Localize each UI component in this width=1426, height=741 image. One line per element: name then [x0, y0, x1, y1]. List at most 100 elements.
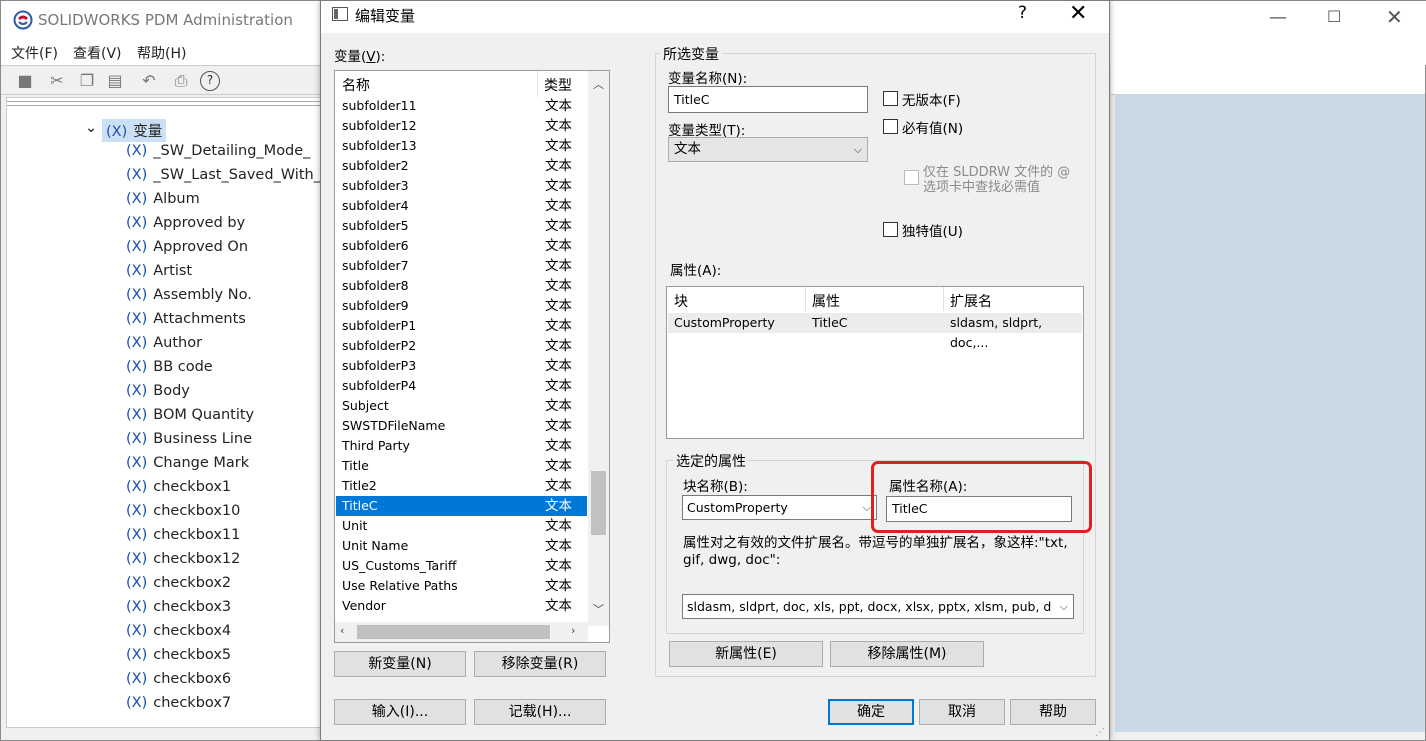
column-header-extension[interactable]: 扩展名 [950, 291, 992, 311]
copy-icon[interactable]: ❐ [77, 71, 97, 91]
cut-icon[interactable]: ✂ [47, 71, 67, 91]
tree-item[interactable]: (X) Assembly No. [126, 287, 252, 303]
attribute-row[interactable]: CustomProperty TitleC sldasm, sldprt, do… [668, 313, 1082, 350]
column-header-attribute[interactable]: 属性 [812, 291, 840, 311]
remove-variable-button[interactable]: 移除变量(R) [474, 651, 606, 677]
variable-row[interactable]: SWSTDFileName 文本 [336, 416, 587, 436]
tree-item[interactable]: (X) Artist [126, 263, 192, 279]
unique-checkbox[interactable] [883, 222, 898, 237]
variable-row[interactable]: Third Party 文本 [336, 436, 587, 456]
new-property-button[interactable]: 新属性(E) [669, 641, 823, 667]
tree-item-variables-root[interactable]: (X) 变量 [102, 119, 167, 142]
variable-row[interactable]: subfolder12 文本 [336, 116, 587, 136]
horizontal-scroll-thumb[interactable] [357, 625, 550, 639]
tree-item[interactable]: (X) checkbox4 [126, 623, 231, 639]
variable-row[interactable]: Unit Name 文本 [336, 536, 587, 556]
tree-item[interactable]: (X) checkbox3 [126, 599, 231, 615]
variable-row[interactable]: Unit 文本 [336, 516, 587, 536]
close-window-button[interactable]: ✕ [1386, 5, 1403, 29]
vertical-scroll-thumb[interactable] [591, 471, 606, 535]
tree-item[interactable]: (X) checkbox11 [126, 527, 240, 543]
help-icon[interactable]: ? [200, 71, 220, 91]
variable-row[interactable]: subfolder7 文本 [336, 256, 587, 276]
tree-item[interactable]: (X) BOM Quantity [126, 407, 254, 423]
attributes-list[interactable]: 块 属性 扩展名 CustomProperty TitleC sldasm, s… [666, 286, 1084, 439]
tree-item[interactable]: (X) checkbox2 [126, 575, 231, 591]
dialog-help-button[interactable]: ? [1018, 3, 1027, 23]
new-variable-button[interactable]: 新变量(N) [334, 651, 466, 677]
variable-row[interactable]: Subject 文本 [336, 396, 587, 416]
variable-row[interactable]: Vendor 文本 [336, 596, 587, 616]
variable-row[interactable]: TitleC 文本 [336, 496, 587, 516]
vertical-scrollbar[interactable]: ︿ ﹀ [588, 71, 609, 626]
tree-item[interactable]: (X) checkbox5 [126, 647, 231, 663]
variable-row[interactable]: Use Relative Paths 文本 [336, 576, 587, 596]
variable-type-select[interactable]: 文本 ⌵ [668, 137, 868, 162]
no-version-checkbox[interactable] [883, 91, 898, 106]
tree-item[interactable]: (X) Business Line [126, 431, 252, 447]
tree-item[interactable]: (X) Approved On [126, 239, 248, 255]
menu-help[interactable]: 帮助(H) [137, 43, 186, 63]
tree-item[interactable]: (X) BB code [126, 359, 213, 375]
ok-button[interactable]: 确定 [828, 699, 914, 725]
tree-item[interactable]: (X) checkbox12 [126, 551, 240, 567]
tree-item[interactable]: (X) Body [126, 383, 190, 399]
resize-grip-icon[interactable]: ⋰ [1095, 727, 1105, 738]
extensions-select[interactable]: sldasm, sldprt, doc, xls, ppt, docx, xls… [682, 594, 1074, 619]
tree-item[interactable]: (X) checkbox1 [126, 479, 231, 495]
horizontal-scrollbar[interactable]: ‹ › [335, 622, 588, 642]
variable-row[interactable]: subfolder4 文本 [336, 196, 587, 216]
scroll-down-icon[interactable]: ﹀ [593, 601, 604, 617]
variable-row[interactable]: subfolder3 文本 [336, 176, 587, 196]
tree-item[interactable]: (X) _SW_Last_Saved_With_ [126, 167, 320, 183]
column-header-name[interactable]: 名称 [342, 75, 370, 95]
variable-row[interactable]: subfolder8 文本 [336, 276, 587, 296]
tree-item[interactable]: (X) Attachments [126, 311, 246, 327]
column-header-block[interactable]: 块 [674, 291, 688, 311]
import-button[interactable]: 输入(I)... [334, 699, 466, 725]
undo-icon[interactable]: ↶ [139, 71, 159, 91]
variable-row[interactable]: subfolder5 文本 [336, 216, 587, 236]
export-button[interactable]: 记载(H)... [474, 699, 606, 725]
tree-item[interactable]: (X) Album [126, 191, 200, 207]
tree-item[interactable]: (X) checkbox7 [126, 695, 231, 711]
variable-row[interactable]: subfolder11 文本 [336, 96, 587, 116]
variable-name-input[interactable]: TitleC [668, 86, 868, 113]
minimize-button[interactable]: — [1269, 7, 1287, 28]
tree-item[interactable]: (X) checkbox10 [126, 503, 240, 519]
tree-item[interactable]: (X) Author [126, 335, 202, 351]
paste-icon[interactable]: ▤ [105, 71, 125, 91]
tree-item[interactable]: (X) _SW_Detailing_Mode_ [126, 143, 310, 159]
scroll-up-icon[interactable]: ︿ [593, 76, 604, 92]
variable-row[interactable]: Title2 文本 [336, 476, 587, 496]
save-icon[interactable]: ■ [15, 71, 35, 91]
block-name-select[interactable]: CustomProperty ⌵ [682, 495, 877, 520]
tree-item[interactable]: (X) checkbox6 [126, 671, 231, 687]
variable-list[interactable]: 名称 类型 subfolder11 文本 subfolder12 文本 subfolde… [334, 70, 610, 643]
remove-property-button[interactable]: 移除属性(M) [830, 641, 984, 667]
tree-item[interactable]: (X) Approved by [126, 215, 245, 231]
variable-row[interactable]: subfolder9 文本 [336, 296, 587, 316]
variable-row[interactable]: subfolderP1 文本 [336, 316, 587, 336]
variable-row[interactable]: Title 文本 [336, 456, 587, 476]
dialog-close-button[interactable]: ✕ [1069, 1, 1087, 26]
scroll-left-icon[interactable]: ‹ [340, 624, 344, 637]
column-header-type[interactable]: 类型 [544, 75, 572, 95]
slddrw-only-checkbox[interactable] [904, 170, 919, 185]
scroll-right-icon[interactable]: › [571, 624, 575, 637]
variable-row[interactable]: subfolder13 文本 [336, 136, 587, 156]
variable-row[interactable]: subfolder2 文本 [336, 156, 587, 176]
variable-row[interactable]: subfolder6 文本 [336, 236, 587, 256]
variable-row[interactable]: US_Customs_Tariff 文本 [336, 556, 587, 576]
cancel-button[interactable]: 取消 [919, 699, 1005, 725]
help-button[interactable]: 帮助 [1010, 699, 1096, 725]
menu-file[interactable]: 文件(F) [11, 43, 58, 63]
maximize-button[interactable]: ☐ [1327, 7, 1341, 26]
variable-row[interactable]: subfolderP2 文本 [336, 336, 587, 356]
tree-expander-variables[interactable]: ⌄ [85, 120, 97, 136]
menu-view[interactable]: 查看(V) [73, 43, 122, 63]
variable-row[interactable]: subfolderP4 文本 [336, 376, 587, 396]
print-icon[interactable]: ⎙ [171, 71, 191, 91]
tree-item[interactable]: (X) Change Mark [126, 455, 249, 471]
mandatory-checkbox[interactable] [883, 119, 898, 134]
